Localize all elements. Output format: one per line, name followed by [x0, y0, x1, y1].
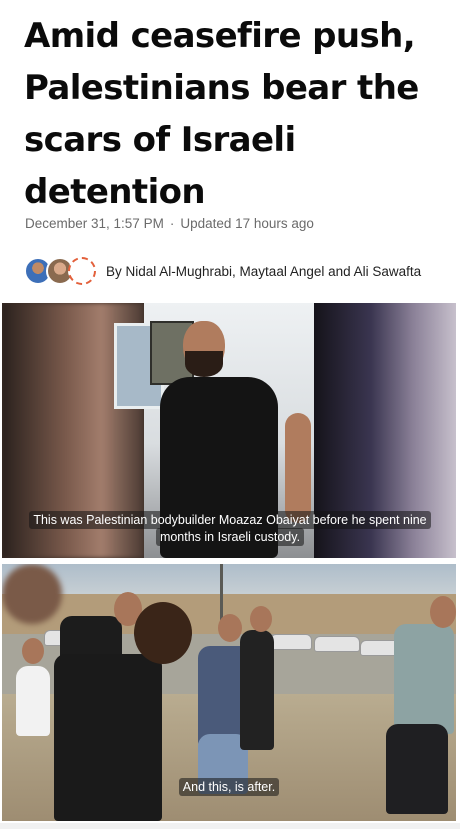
- video-player-before[interactable]: This was Palestinian bodybuilder Moazaz …: [2, 303, 456, 558]
- video-caption-after: And this, is after.: [2, 778, 456, 796]
- byline: By Nidal Al-Mughrabi, Maytaal Angel and …: [24, 256, 421, 286]
- subject-after-torso: [54, 654, 162, 821]
- parked-car: [314, 636, 360, 652]
- person-head: [218, 614, 242, 642]
- bystander-white-shirt: [16, 666, 50, 736]
- byline-text[interactable]: By Nidal Al-Mughrabi, Maytaal Angel and …: [106, 264, 421, 279]
- person-dark-clothes: [240, 630, 274, 750]
- parked-car: [270, 634, 312, 650]
- person-head: [250, 606, 272, 632]
- person-teal-shirt: [394, 624, 454, 734]
- subject-after-head: [134, 602, 192, 664]
- video-caption-before: This was Palestinian bodybuilder Moazaz …: [25, 511, 435, 546]
- subject-beard: [185, 351, 223, 377]
- subject-arm-right: [285, 413, 311, 523]
- updated-time: Updated 17 hours ago: [180, 216, 314, 231]
- article-headline: Amid ceasefire push, Palestinians bear t…: [24, 16, 419, 212]
- publish-date: December 31, 1:57 PM: [25, 216, 164, 231]
- caption-text-before: This was Palestinian bodybuilder Moazaz …: [29, 511, 431, 546]
- article-meta: December 31, 1:57 PM · Updated 17 hours ag…: [25, 216, 314, 231]
- fence-pole: [220, 564, 223, 624]
- foreground-blur: [2, 564, 62, 624]
- bystander-head: [22, 638, 44, 664]
- author-avatars[interactable]: [24, 257, 96, 285]
- author-avatar-3[interactable]: [68, 257, 96, 285]
- meta-separator: ·: [169, 216, 175, 231]
- person-dark-pants: [386, 724, 448, 814]
- person-head: [430, 596, 456, 628]
- caption-text-after: And this, is after.: [178, 778, 280, 796]
- bottom-divider: [0, 823, 460, 829]
- video-player-after[interactable]: And this, is after.: [2, 564, 456, 821]
